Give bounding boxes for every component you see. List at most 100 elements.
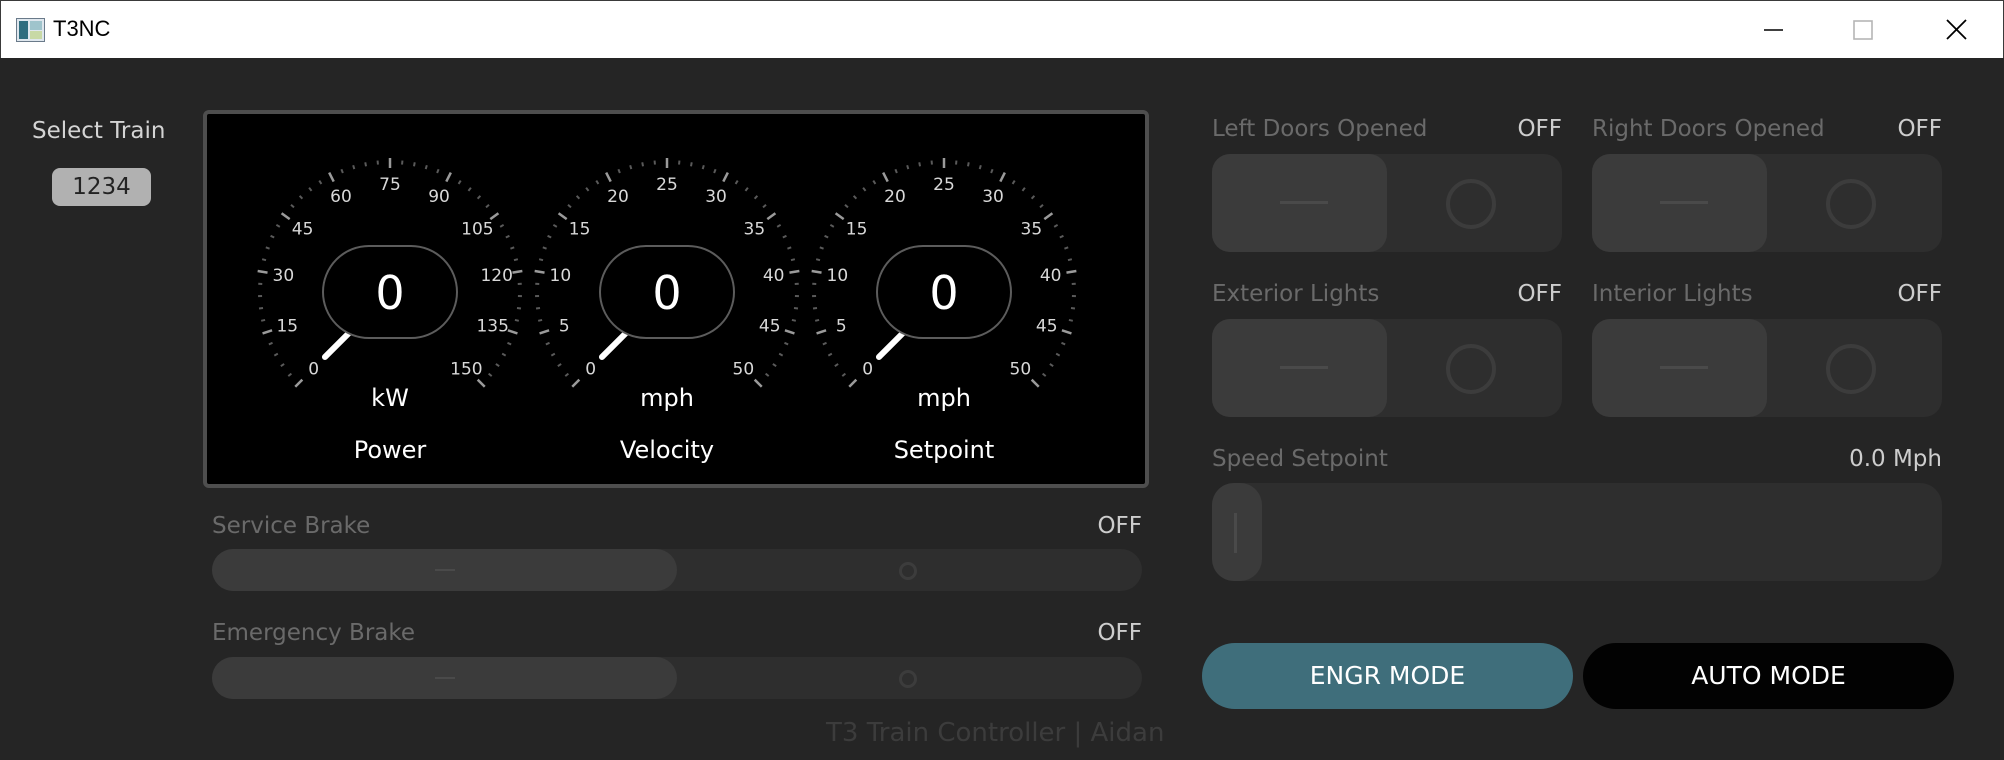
gauge-minor-tick [552,223,558,228]
gauge-tick-label: 20 [607,187,629,207]
gauge-minor-tick [585,187,590,192]
gauge-major-tick [328,172,335,183]
gauge-major-tick [1030,378,1040,388]
gauge-minor-tick [894,168,898,174]
gauge-minor-tick [507,341,512,346]
left-doors-state: OFF [1517,116,1562,142]
gauge-tick-label: 10 [550,266,572,286]
gauge-minor-tick [872,180,877,185]
right-doors-state: OFF [1897,116,1942,142]
gauge-tick-label: 10 [827,266,849,286]
speed-setpoint-label: Speed Setpoint [1212,446,1388,472]
gauge-minor-tick [270,234,275,239]
gauge-name: Velocity [620,436,714,464]
gauge-power: 0 15 30 45 60 75 90 105 120 135 150 0 kW Power [257,158,523,464]
gauge-major-tick [539,329,550,335]
gauges-display: 01530456075901051201351500kWPower0510152… [257,158,1077,464]
gauge-minor-tick [487,372,493,377]
gauge-minor-tick [790,258,796,262]
app-icon [16,18,45,42]
gauge-minor-tick [734,180,739,185]
gauge-minor-tick [260,318,266,322]
left-doors-label: Left Doors Opened [1212,116,1428,142]
interior-lights-switch[interactable] [1592,319,1942,417]
gauge-minor-tick [424,164,428,170]
gauge-minor-tick [617,168,621,174]
gauge-major-tick [489,212,500,221]
gauge-minor-tick [364,162,367,167]
gauge-minor-tick [505,234,510,239]
gauge-major-tick [1043,212,1054,221]
gauge-minor-tick [514,318,520,322]
gauge-minor-tick [918,162,921,167]
gauge-tick-label: 105 [461,220,493,240]
close-icon [1946,19,1967,40]
gauge-minor-tick [1041,372,1047,377]
gauge-minor-tick [822,341,827,346]
gauge-tick-label: 60 [330,187,352,207]
gauge-minor-tick [862,187,867,192]
gauge-tick-label: 45 [759,316,781,336]
right-doors-label: Right Doors Opened [1592,116,1825,142]
on-ring-icon [899,670,917,688]
gauge-minor-tick [340,168,344,174]
gauge-tick-label: 30 [705,187,727,207]
gauge-minor-tick [352,164,356,170]
gauge-minor-tick [1039,203,1044,209]
gauge-minor-tick [1059,234,1064,239]
gauge-minor-tick [787,246,792,250]
close-button[interactable] [1909,1,1999,58]
gauge-minor-tick [550,352,556,357]
gauge-minor-tick [258,307,264,310]
gauge-tick-label: 50 [733,359,755,379]
gauge-minor-tick [1030,195,1036,200]
gauge-minor-tick [535,307,541,310]
exterior-lights-switch[interactable] [1212,319,1562,417]
gauge-minor-tick [690,162,693,167]
gauge-tick-label: 20 [884,187,906,207]
gauge-tick-label: 15 [569,220,591,240]
gauge-minor-tick [990,168,994,174]
interior-lights-label: Interior Lights [1592,281,1753,307]
gauge-major-tick [262,329,273,335]
gauge-unit: mph [917,384,971,412]
auto-mode-button[interactable]: AUTO MODE [1583,643,1954,709]
switch-thumb [1212,154,1387,252]
gauge-major-tick [257,269,268,274]
gauge-tick-label: 15 [846,220,868,240]
gauge-minor-tick [713,168,717,174]
gauge-minor-tick [275,223,281,228]
gauge-minor-tick [793,307,799,310]
left-doors-switch[interactable] [1212,154,1562,252]
gauge-value: 0 [375,266,404,320]
gauge-minor-tick [641,162,644,167]
gauge-minor-tick [784,341,789,346]
gauge-minor-tick [1067,258,1073,262]
window-title: T3NC [53,16,111,41]
service-brake-switch[interactable] [212,549,1142,591]
gauge-minor-tick [967,162,970,167]
right-doors-switch[interactable] [1592,154,1942,252]
slider-handle[interactable] [1212,483,1262,581]
gauge-tick-label: 50 [1010,359,1032,379]
gauge-minor-tick [499,223,505,228]
gauge-major-tick [445,172,452,183]
gauge-tick-label: 40 [1040,266,1062,286]
gauge-major-tick [294,378,304,388]
gauge-minor-tick [501,352,507,357]
gauge-tick-label: 0 [585,359,596,379]
gauge-tick-label: 25 [656,175,678,195]
gauge-minor-tick [776,223,782,228]
maximize-button[interactable] [1818,1,1908,58]
gauge-minor-tick [852,195,858,200]
minimize-button[interactable] [1728,1,1818,58]
gauge-minor-tick [495,363,500,368]
engr-mode-button[interactable]: ENGR MODE [1202,643,1573,709]
gauge-minor-tick [280,363,285,368]
speed-setpoint-slider[interactable] [1212,483,1942,581]
exterior-lights-label: Exterior Lights [1212,281,1380,307]
off-mark-icon [1280,201,1328,204]
emergency-brake-state: OFF [1097,620,1142,646]
train-number-selector[interactable]: 1234 [52,168,151,206]
emergency-brake-switch[interactable] [212,657,1142,699]
